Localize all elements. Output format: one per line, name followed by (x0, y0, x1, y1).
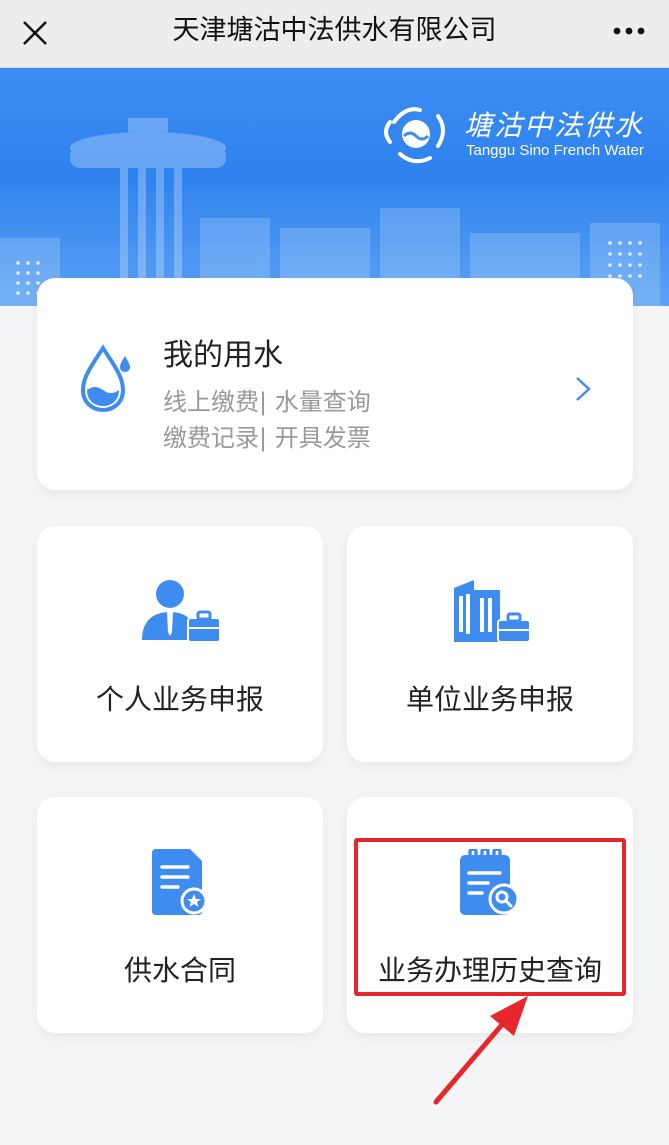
water-card-links-1: 线上缴费| 水量查询 (163, 388, 371, 416)
brand-name-cn: 塘沽中法供水 (464, 109, 645, 142)
more-options-icon[interactable] (609, 16, 649, 46)
tile-label: 个人业务申报 (95, 683, 264, 716)
chevron-right-icon (576, 377, 591, 401)
contract-document-icon (152, 849, 208, 915)
highlight-box (354, 838, 626, 996)
personal-business-tile[interactable]: 个人业务申报 (37, 526, 323, 762)
water-card-title: 我的用水 (163, 338, 283, 373)
annotation-arrow-icon (433, 996, 528, 1105)
top-bar: 天津塘沽中法供水有限公司 (0, 0, 669, 68)
banner: 塘沽中法供水 Tanggu Sino French Water (0, 68, 669, 306)
water-drop-icon (80, 344, 130, 413)
brand-logo: 塘沽中法供水 Tanggu Sino French Water (376, 107, 656, 240)
tile-label: 供水合同 (123, 954, 236, 987)
building-briefcase-icon (454, 580, 531, 643)
water-card-links-2: 缴费记录| 开具发票 (163, 424, 371, 452)
person-briefcase-icon (142, 580, 221, 642)
page-title: 天津塘沽中法供水有限公司 (172, 15, 497, 46)
company-business-tile[interactable]: 单位业务申报 (347, 526, 633, 762)
water-contract-tile[interactable]: 供水合同 (37, 797, 323, 1033)
my-water-card[interactable]: 我的用水 线上缴费| 水量查询 缴费记录| 开具发票 (37, 278, 633, 490)
logo-icon (384, 107, 445, 164)
tile-label: 单位业务申报 (405, 683, 574, 716)
brand-name-en: Tanggu Sino French Water (466, 142, 644, 159)
